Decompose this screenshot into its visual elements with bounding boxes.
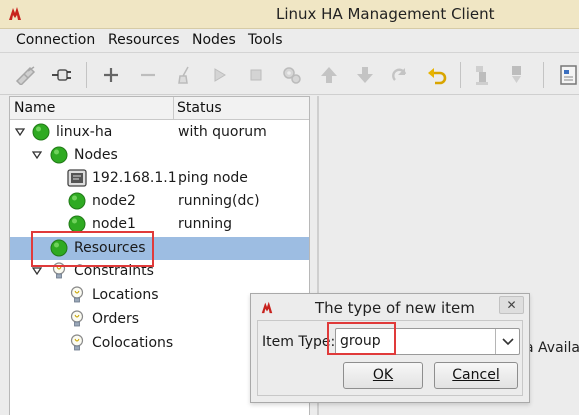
menu-nodes[interactable]: Nodes — [192, 32, 236, 48]
tree-row-constraints[interactable]: Constraints — [10, 260, 309, 283]
stop-icon[interactable] — [243, 62, 269, 88]
tree-row-label: node2 — [92, 193, 136, 209]
menu-bar: Connection Resources Nodes Tools — [0, 29, 579, 53]
tree-row-node1[interactable]: node1 running — [10, 213, 309, 236]
disconnect-icon[interactable] — [13, 62, 39, 88]
green-status-icon — [68, 192, 86, 210]
tree-row-resources[interactable]: Resources — [10, 237, 309, 260]
view-icon[interactable] — [555, 62, 579, 88]
tree-row-node2[interactable]: node2 running(dc) — [10, 190, 309, 213]
standby-icon[interactable] — [470, 62, 496, 88]
title-bar: Linux HA Management Client — [0, 0, 579, 29]
move-down-icon[interactable] — [352, 62, 378, 88]
ping-node-icon — [67, 169, 87, 187]
dialog-body: Item Type: group OK Cancel — [257, 320, 523, 396]
ok-button[interactable]: OK — [343, 362, 423, 389]
lightbulb-icon — [70, 310, 84, 327]
tree-row-label: 192.168.1.1 — [92, 170, 177, 186]
undo-icon[interactable] — [424, 62, 450, 88]
column-status-header[interactable]: Status — [177, 100, 222, 116]
item-type-value: group — [340, 333, 381, 349]
tree-row-status: with quorum — [178, 124, 267, 140]
window-title: Linux HA Management Client — [276, 5, 495, 23]
dialog-title: The type of new item — [315, 299, 475, 317]
new-item-dialog: The type of new item ✕ Item Type: group … — [250, 293, 530, 403]
column-name-header[interactable]: Name — [14, 100, 55, 116]
details-partial-text: a Availal — [525, 340, 579, 356]
tree-row-label: node1 — [92, 216, 136, 232]
toolbar — [0, 54, 579, 95]
tree-row-label: Colocations — [92, 335, 174, 351]
tree-row-label: Constraints — [74, 263, 154, 279]
app-logo-icon — [9, 7, 21, 20]
tree-row-nodes[interactable]: Nodes — [10, 144, 309, 167]
menu-tools[interactable]: Tools — [248, 32, 283, 48]
lightbulb-icon — [52, 262, 66, 279]
app-logo-icon — [261, 301, 273, 314]
green-status-icon — [32, 123, 50, 141]
tree-row-linux-ha[interactable]: linux-ha with quorum — [10, 121, 309, 144]
item-type-label: Item Type: — [262, 334, 336, 350]
cancel-button[interactable]: Cancel — [434, 362, 518, 389]
add-icon[interactable] — [98, 62, 124, 88]
menu-connection[interactable]: Connection — [16, 32, 95, 48]
tree-row-status: ping node — [178, 170, 248, 186]
tree-row-label: Locations — [92, 287, 159, 303]
clean-icon[interactable] — [171, 62, 197, 88]
remove-icon[interactable] — [135, 62, 161, 88]
menu-resources[interactable]: Resources — [108, 32, 180, 48]
active-icon[interactable] — [505, 62, 531, 88]
expand-arrow-icon[interactable] — [32, 151, 42, 159]
move-up-icon[interactable] — [316, 62, 342, 88]
green-status-icon — [68, 215, 86, 233]
expand-arrow-icon[interactable] — [15, 128, 25, 136]
tree-header: Name Status — [10, 97, 309, 120]
tree-row-status: running(dc) — [178, 193, 260, 209]
lightbulb-icon — [70, 286, 84, 303]
chevron-down-icon[interactable] — [495, 329, 519, 354]
lightbulb-icon — [70, 334, 84, 351]
item-type-select[interactable]: group — [335, 328, 520, 355]
tree-row-label: Resources — [74, 240, 146, 256]
start-icon[interactable] — [206, 62, 232, 88]
tree-row-status: running — [178, 216, 233, 232]
settings-gears-icon[interactable] — [279, 62, 305, 88]
tree-row-label: linux-ha — [56, 124, 113, 140]
connect-icon[interactable] — [48, 62, 74, 88]
tree-row-label: Nodes — [74, 147, 118, 163]
close-icon[interactable]: ✕ — [499, 296, 524, 314]
expand-arrow-icon[interactable] — [32, 267, 42, 275]
tree-row-ping-node[interactable]: 192.168.1.1 ping node — [10, 167, 309, 190]
tree-row-label: Orders — [92, 311, 140, 327]
green-status-icon — [50, 239, 68, 257]
green-status-icon — [50, 146, 68, 164]
redo-icon[interactable] — [387, 62, 413, 88]
